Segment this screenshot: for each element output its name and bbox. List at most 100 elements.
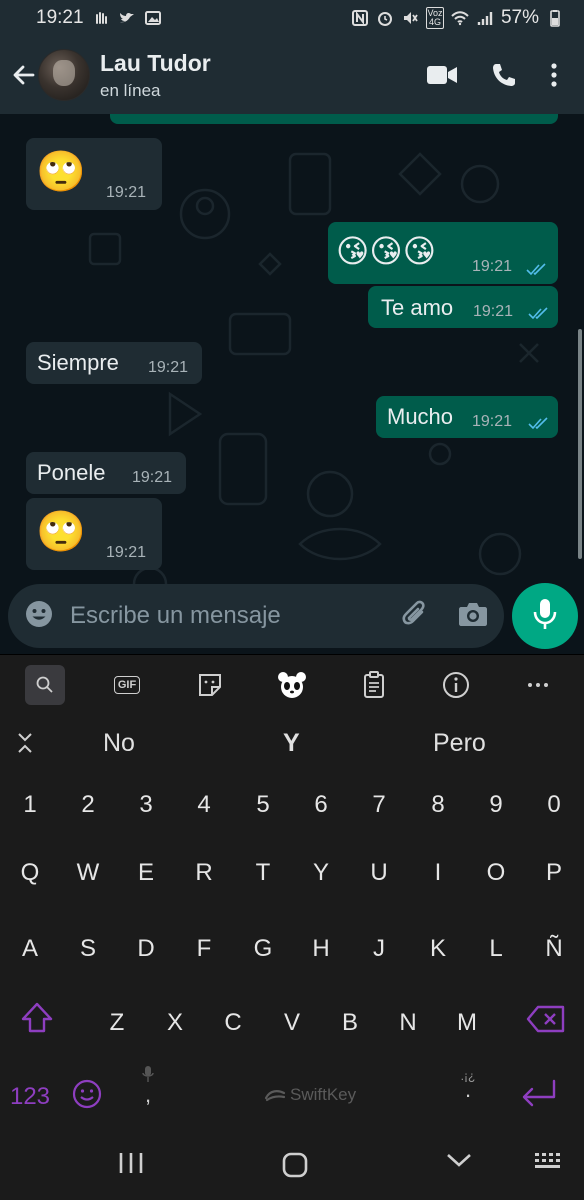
hand-notification-icon	[92, 9, 110, 27]
key-7[interactable]: 7	[354, 791, 404, 819]
collapse-keyboard-icon[interactable]	[16, 731, 34, 762]
alarm-icon	[376, 9, 394, 27]
info-icon[interactable]	[436, 665, 476, 705]
gif-label: GIF	[113, 676, 141, 694]
message-time: 19:21	[473, 303, 514, 320]
key-5[interactable]: 5	[238, 791, 288, 819]
chat-scrollbar[interactable]	[578, 329, 582, 559]
message-incoming[interactable]: Ponele 19:21	[26, 452, 186, 494]
contact-info[interactable]: Lau Tudor en línea	[100, 50, 211, 101]
keyboard-search-icon[interactable]	[25, 665, 65, 705]
home-icon[interactable]	[282, 1152, 308, 1178]
period-key[interactable]: .¡¿ .	[456, 1069, 480, 1101]
key-c[interactable]: C	[208, 1009, 258, 1037]
message-text: Te amo	[381, 295, 454, 320]
more-options-icon[interactable]	[550, 62, 558, 88]
key-4[interactable]: 4	[179, 791, 229, 819]
enter-icon[interactable]	[518, 1079, 558, 1114]
gallery-icon	[144, 9, 162, 27]
message-incoming[interactable]: Siempre 19:21	[26, 342, 202, 384]
contact-status: en línea	[100, 80, 161, 100]
key-8[interactable]: 8	[413, 791, 463, 819]
key-r[interactable]: R	[179, 859, 229, 887]
key-q[interactable]: Q	[5, 859, 55, 887]
key-d[interactable]: D	[121, 935, 171, 963]
key-v[interactable]: V	[267, 1009, 317, 1037]
back-nav-icon[interactable]	[446, 1152, 472, 1168]
key-o[interactable]: O	[471, 859, 521, 887]
key-t[interactable]: T	[238, 859, 288, 887]
numbers-key[interactable]: 123	[0, 1083, 60, 1111]
key-l[interactable]: L	[471, 935, 521, 963]
message-outgoing[interactable]: 😘😘😘 19:21	[328, 222, 558, 284]
message-outgoing[interactable]: Te amo 19:21	[368, 286, 558, 328]
key-x[interactable]: X	[150, 1009, 200, 1037]
battery-percent: 57%	[500, 7, 539, 28]
gif-icon[interactable]: GIF	[107, 665, 147, 705]
key-p[interactable]: P	[529, 859, 579, 887]
key-2[interactable]: 2	[63, 791, 113, 819]
key-1[interactable]: 1	[5, 791, 55, 819]
message-outgoing[interactable]: Mucho 19:21	[376, 396, 558, 438]
video-call-icon[interactable]	[426, 64, 458, 86]
back-arrow-icon[interactable]	[10, 61, 38, 89]
key-y[interactable]: Y	[296, 859, 346, 887]
message-input[interactable]: Escribe un mensaje	[70, 602, 281, 630]
backspace-icon[interactable]	[526, 1005, 566, 1038]
key-6[interactable]: 6	[296, 791, 346, 819]
swiftkey-logo-icon	[264, 1090, 286, 1102]
key-n[interactable]: N	[383, 1009, 433, 1037]
more-tools-icon[interactable]	[518, 665, 558, 705]
message-incoming[interactable]: 🙄 19:21	[26, 498, 162, 570]
key-g[interactable]: G	[238, 935, 288, 963]
recent-apps-icon[interactable]	[118, 1152, 144, 1174]
shift-icon[interactable]	[20, 1001, 54, 1040]
key-h[interactable]: H	[296, 935, 346, 963]
suggestion-left[interactable]: No	[103, 729, 135, 758]
key-w[interactable]: W	[63, 859, 113, 887]
contact-avatar[interactable]	[38, 49, 90, 101]
panda-icon[interactable]	[272, 665, 312, 705]
key-s[interactable]: S	[63, 935, 113, 963]
keyboard-toolbar: GIF	[0, 655, 584, 715]
key-b[interactable]: B	[325, 1009, 375, 1037]
camera-icon[interactable]	[458, 601, 488, 632]
read-receipt-icon	[528, 417, 548, 430]
keyboard-switch-icon[interactable]	[534, 1152, 564, 1172]
message-time: 19:21	[148, 359, 189, 376]
emoji-icon[interactable]	[24, 599, 54, 634]
key-i[interactable]: I	[413, 859, 463, 887]
key-k[interactable]: K	[413, 935, 463, 963]
key-enye[interactable]: Ñ	[529, 935, 579, 963]
key-9[interactable]: 9	[471, 791, 521, 819]
key-3[interactable]: 3	[121, 791, 171, 819]
key-a[interactable]: A	[5, 935, 55, 963]
key-j[interactable]: J	[354, 935, 404, 963]
chat-area[interactable]: 🙄 19:21 😘😘😘 19:21 Te amo 19:21 Siempre 1…	[0, 114, 584, 654]
system-navigation-bar	[0, 1130, 584, 1200]
key-m[interactable]: M	[442, 1009, 492, 1037]
mute-icon	[401, 9, 419, 27]
key-z[interactable]: Z	[92, 1009, 142, 1037]
read-receipt-icon	[526, 263, 546, 276]
message-time: 19:21	[132, 469, 173, 486]
key-e[interactable]: E	[121, 859, 171, 887]
key-0[interactable]: 0	[529, 791, 579, 819]
suggestion-right[interactable]: Pero	[433, 729, 486, 758]
voice-call-icon[interactable]	[490, 61, 518, 89]
comma-voice-key[interactable]: ,	[136, 1065, 160, 1106]
wifi-icon	[451, 9, 469, 27]
message-text: 🙄	[36, 150, 86, 194]
message-text: 😘😘😘	[336, 233, 437, 269]
key-u[interactable]: U	[354, 859, 404, 887]
spacebar[interactable]: SwiftKey	[264, 1085, 356, 1105]
message-incoming[interactable]: 🙄 19:21	[26, 138, 162, 210]
suggestion-center[interactable]: Y	[283, 729, 300, 758]
voice-message-button[interactable]	[512, 583, 578, 649]
message-input-pill[interactable]: Escribe un mensaje	[8, 584, 504, 648]
key-f[interactable]: F	[179, 935, 229, 963]
emoji-key-icon[interactable]	[72, 1079, 102, 1114]
clipboard-icon[interactable]	[354, 665, 394, 705]
attach-icon[interactable]	[400, 599, 430, 634]
sticker-icon[interactable]	[190, 665, 230, 705]
